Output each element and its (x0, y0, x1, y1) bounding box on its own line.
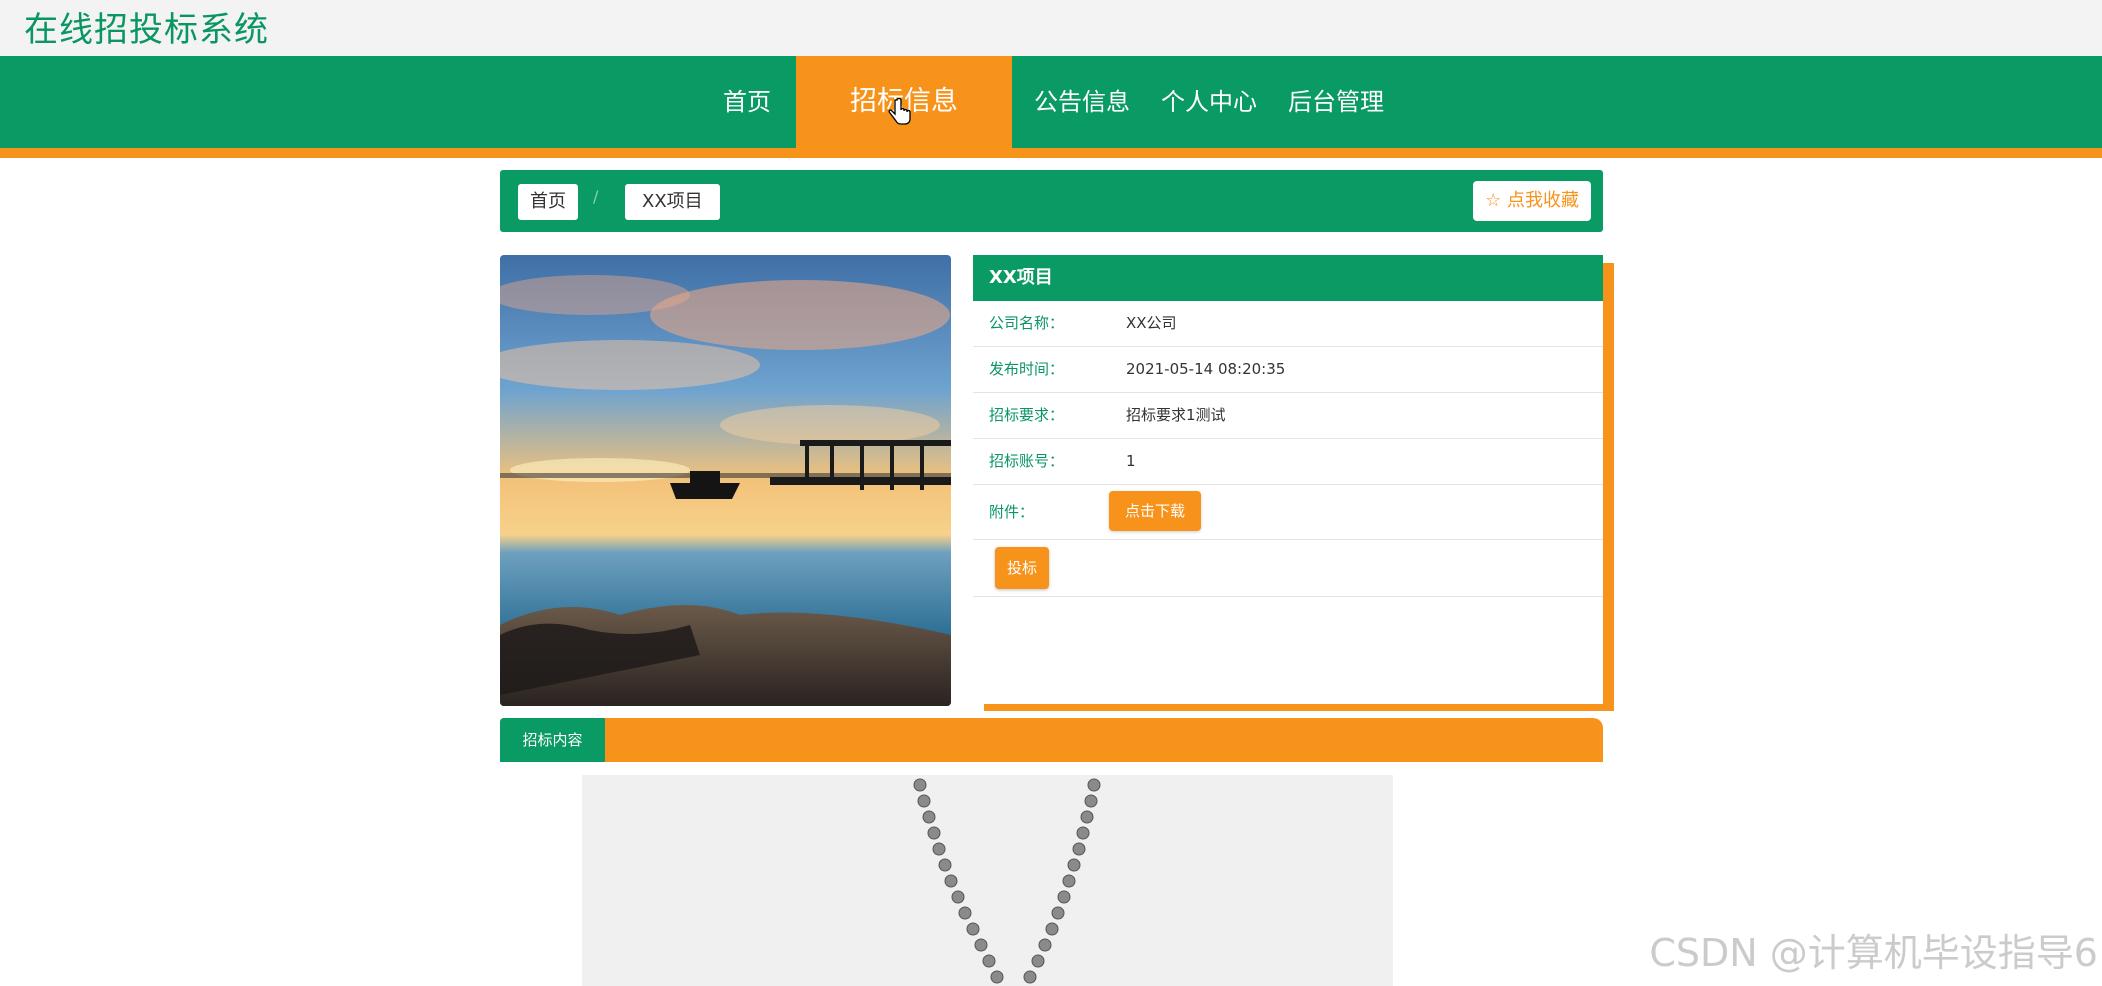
nav-underline (0, 148, 2102, 158)
nav-item-home[interactable]: 首页 (723, 56, 771, 148)
nav-item-admin[interactable]: 后台管理 (1288, 56, 1384, 148)
necklace-image (582, 775, 1393, 986)
site-title: 在线招投标系统 (24, 10, 269, 50)
field-row-publish-time: 发布时间： 2021-05-14 08:20:35 (973, 347, 1603, 393)
breadcrumb-home[interactable]: 首页 (518, 184, 578, 220)
watermark: CSDN @计算机毕设指导6 (1649, 931, 2098, 975)
field-label: 公司名称： (989, 314, 1065, 332)
sunset-pier-image (500, 255, 951, 706)
bid-row: 投标 (973, 540, 1603, 597)
tab-bid-content[interactable]: 招标内容 (500, 718, 605, 762)
nav-item-announcements[interactable]: 公告信息 (1034, 56, 1130, 148)
field-row-company: 公司名称： XX公司 (973, 301, 1603, 347)
attachment-label: 附件： (989, 503, 1035, 521)
field-value: 招标要求1测试 (1126, 406, 1226, 424)
nav-item-personal-center[interactable]: 个人中心 (1161, 56, 1257, 148)
project-info-panel: XX项目 公司名称： XX公司 发布时间： 2021-05-14 08:20:3… (973, 255, 1603, 704)
field-row-attachment: 附件： 点击下载 (973, 485, 1603, 540)
field-row-requirement: 招标要求： 招标要求1测试 (973, 393, 1603, 439)
favorite-button[interactable]: ☆ 点我收藏 (1473, 181, 1591, 221)
hand-cursor-icon (888, 98, 911, 125)
field-value: XX公司 (1126, 314, 1177, 332)
field-label: 招标账号： (989, 452, 1065, 470)
download-button[interactable]: 点击下载 (1109, 491, 1202, 531)
project-image (500, 255, 951, 706)
field-label: 招标要求： (989, 406, 1065, 424)
content-section-header: 招标内容 (500, 718, 1603, 762)
field-label: 发布时间： (989, 360, 1065, 378)
field-value: 1 (1126, 452, 1136, 470)
breadcrumb: 首页 / XX项目 ☆ 点我收藏 (500, 170, 1603, 232)
field-row-account: 招标账号： 1 (973, 439, 1603, 485)
top-header: 在线招投标系统 (0, 0, 2102, 56)
breadcrumb-separator: / (593, 187, 599, 206)
field-value: 2021-05-14 08:20:35 (1126, 360, 1286, 378)
project-title: XX项目 (973, 255, 1603, 301)
content-image (582, 775, 1393, 986)
bid-button[interactable]: 投标 (995, 547, 1049, 589)
breadcrumb-current[interactable]: XX项目 (625, 184, 720, 220)
